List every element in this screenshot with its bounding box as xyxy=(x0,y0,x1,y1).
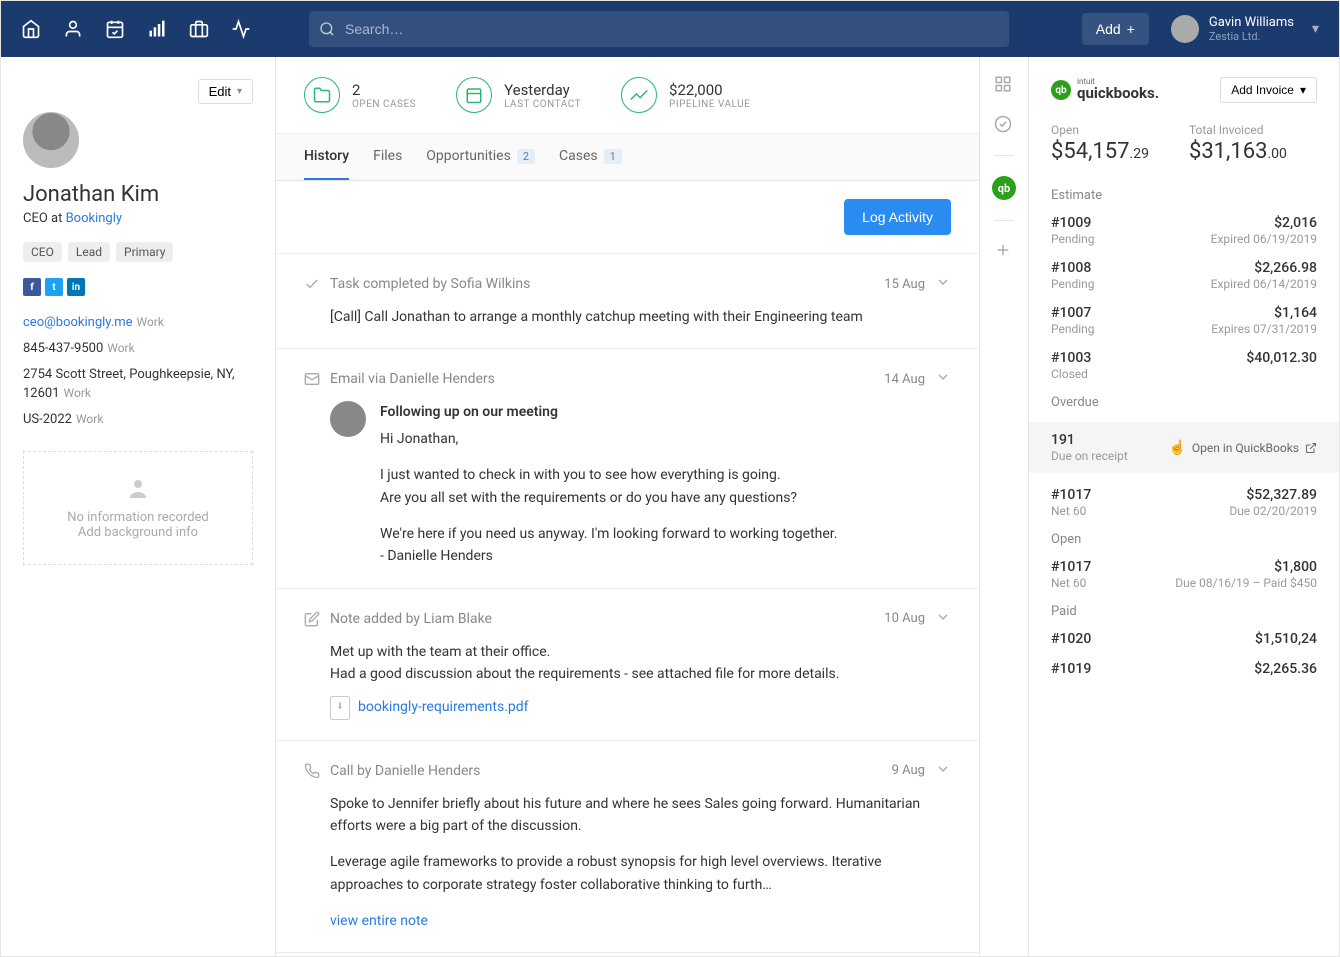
total-open: Open $54,157.29 xyxy=(1051,123,1149,164)
cursor-icon: ☝ xyxy=(1168,440,1185,456)
file-icon: ⬇ xyxy=(330,696,350,720)
quickbooks-panel: qb intuitquickbooks. Add Invoice▾ Open $… xyxy=(1029,57,1339,956)
grid-icon[interactable] xyxy=(994,75,1014,95)
external-link-icon xyxy=(1305,442,1317,454)
invoice-row[interactable]: #1009Pending$2,016Expired 06/19/2019 xyxy=(1051,215,1317,246)
profile-title: CEO at Bookingly xyxy=(23,211,253,226)
section-paid: Paid xyxy=(1051,604,1317,619)
chevron-down-icon[interactable] xyxy=(935,609,951,629)
home-icon[interactable] xyxy=(21,19,41,39)
stat-last-contact: YesterdayLAST CONTACT xyxy=(456,77,581,113)
chevron-down-icon: ▾ xyxy=(237,86,242,97)
stat-pipeline: $22,000PIPELINE VALUE xyxy=(621,77,750,113)
tab-history[interactable]: History xyxy=(304,134,349,180)
calendar-icon[interactable] xyxy=(105,19,125,39)
chevron-down-icon: ▾ xyxy=(1300,83,1306,97)
invoice-row[interactable]: #1003Closed$40,012.30 xyxy=(1051,350,1317,381)
tab-files[interactable]: Files xyxy=(373,134,402,180)
feed-item-email: Email via Danielle Henders 14 Aug Follow… xyxy=(276,349,979,588)
background-info-box[interactable]: No information recorded Add background i… xyxy=(23,451,253,565)
feed-item-note: Note added by Liam Blake 10 Aug Met up w… xyxy=(276,589,979,741)
check-icon xyxy=(304,276,320,292)
tag[interactable]: Lead xyxy=(68,242,110,262)
facebook-icon[interactable]: f xyxy=(23,278,41,296)
activity-icon[interactable] xyxy=(231,19,251,39)
log-activity-button[interactable]: Log Activity xyxy=(844,199,951,235)
tab-cases[interactable]: Cases1 xyxy=(559,134,622,180)
invoice-row[interactable]: #1017Net 60$1,800Due 08/16/19 – Paid $45… xyxy=(1051,559,1317,590)
profile-avatar xyxy=(23,112,79,168)
tag[interactable]: CEO xyxy=(23,242,62,262)
tabs: History Files Opportunities2 Cases1 xyxy=(276,133,979,181)
twitter-icon[interactable]: t xyxy=(45,278,63,296)
person-icon[interactable] xyxy=(63,19,83,39)
section-overdue: Overdue xyxy=(1051,395,1317,410)
invoice-row[interactable]: #1019$2,265.36 xyxy=(1051,661,1317,677)
invoice-row[interactable]: #1008Pending$2,266.98Expired 06/14/2019 xyxy=(1051,260,1317,291)
section-estimate: Estimate xyxy=(1051,188,1317,203)
company-link[interactable]: Bookingly xyxy=(66,211,122,226)
region-text: US-2022 xyxy=(23,412,72,427)
view-note-link[interactable]: view entire note xyxy=(330,913,428,929)
edit-icon xyxy=(304,611,320,627)
folder-icon xyxy=(304,77,340,113)
top-navigation: Add+ Gavin Williams Zestia Ltd. ▾ xyxy=(1,1,1339,57)
app-rail: qb xyxy=(979,57,1029,956)
chevron-down-icon[interactable] xyxy=(935,369,951,389)
chevron-down-icon[interactable] xyxy=(935,761,951,781)
invoice-row[interactable]: #1017Net 60$52,327.89Due 02/20/2019 xyxy=(1051,487,1317,518)
profile-name: Jonathan Kim xyxy=(23,182,253,207)
total-invoiced: Total Invoiced $31,163.00 xyxy=(1189,123,1287,164)
sender-avatar xyxy=(330,401,366,437)
user-menu[interactable]: Gavin Williams Zestia Ltd. ▾ xyxy=(1171,15,1319,44)
person-icon xyxy=(126,476,150,500)
tab-opportunities[interactable]: Opportunities2 xyxy=(426,134,535,180)
email-link[interactable]: ceo@bookingly.me xyxy=(23,315,133,330)
main-content: 2OPEN CASES YesterdayLAST CONTACT $22,00… xyxy=(276,57,979,956)
chevron-down-icon[interactable] xyxy=(935,274,951,294)
user-name: Gavin Williams xyxy=(1209,15,1294,31)
user-org: Zestia Ltd. xyxy=(1209,30,1294,43)
linkedin-icon[interactable]: in xyxy=(67,278,85,296)
plus-icon[interactable] xyxy=(994,241,1014,261)
bars-icon[interactable] xyxy=(147,19,167,39)
phone-icon xyxy=(304,763,320,779)
check-circle-icon[interactable] xyxy=(994,115,1014,135)
feed-item-call: Call by Danielle Henders 9 Aug Spoke to … xyxy=(276,741,979,954)
briefcase-icon[interactable] xyxy=(189,19,209,39)
add-button[interactable]: Add+ xyxy=(1082,13,1149,45)
invoice-row-hovered[interactable]: 191Due on receipt ☝Open in QuickBooks xyxy=(1029,422,1339,473)
calendar-icon xyxy=(456,77,492,113)
plus-icon: + xyxy=(1127,21,1135,37)
section-open: Open xyxy=(1051,532,1317,547)
add-invoice-button[interactable]: Add Invoice▾ xyxy=(1220,77,1317,103)
file-link[interactable]: bookingly-requirements.pdf xyxy=(358,696,529,718)
invoice-row[interactable]: #1007Pending$1,164Expires 07/31/2019 xyxy=(1051,305,1317,336)
quickbooks-icon[interactable]: qb xyxy=(992,176,1016,200)
tag[interactable]: Primary xyxy=(116,242,173,262)
user-avatar-icon xyxy=(1171,15,1199,43)
chevron-down-icon: ▾ xyxy=(1312,21,1319,37)
open-in-quickbooks-link[interactable]: ☝Open in QuickBooks xyxy=(1168,432,1317,463)
search-input[interactable] xyxy=(309,11,1009,47)
quickbooks-logo: qb intuitquickbooks. xyxy=(1051,78,1159,102)
profile-sidebar: Edit▾ Jonathan Kim CEO at Bookingly CEO … xyxy=(1,57,276,956)
edit-button[interactable]: Edit▾ xyxy=(198,79,253,104)
trend-icon xyxy=(621,77,657,113)
stat-open-cases: 2OPEN CASES xyxy=(304,77,416,113)
phone-text: 845-437-9500 xyxy=(23,341,103,356)
mail-icon xyxy=(304,371,320,387)
invoice-row[interactable]: #1020$1,510,24 xyxy=(1051,631,1317,647)
address-text: 2754 Scott Street, Poughkeepsie, NY, 126… xyxy=(23,367,235,400)
feed-item-task: Task completed by Sofia Wilkins 15 Aug [… xyxy=(276,254,979,349)
